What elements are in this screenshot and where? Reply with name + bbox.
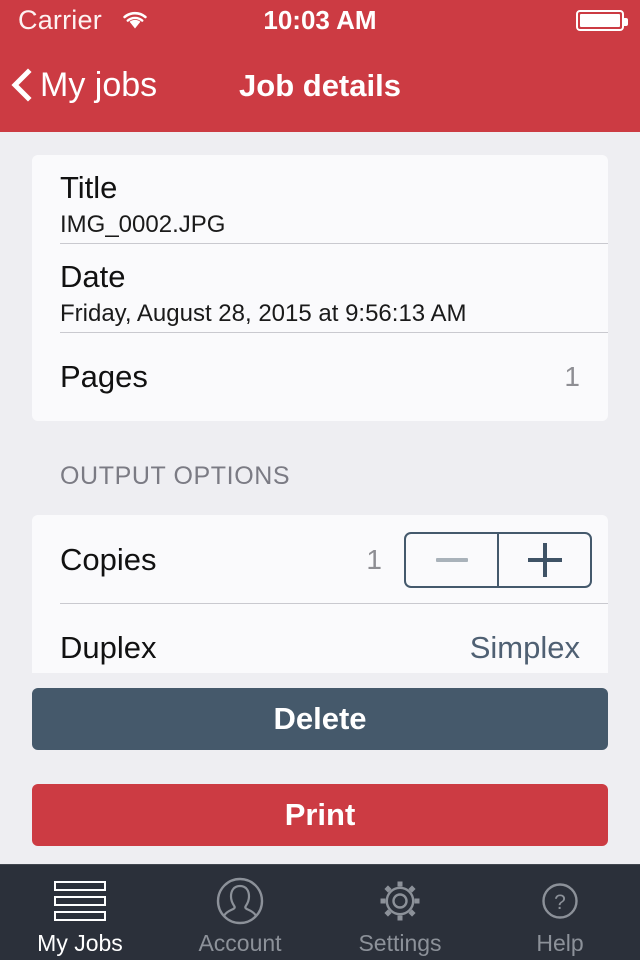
duplex-label: Duplex [60, 630, 157, 665]
delete-button[interactable]: Delete [32, 688, 608, 750]
date-label: Date [60, 259, 126, 294]
app-screen: Carrier 10:03 AM My jobs Job details Tit… [0, 0, 640, 960]
row-copies: Copies 1 [32, 515, 608, 604]
tab-settings[interactable]: Settings [320, 865, 480, 960]
question-circle-icon: ? [536, 877, 584, 925]
content-area: Title IMG_0002.JPG Date Friday, August 2… [0, 132, 640, 864]
tab-help[interactable]: ? Help [480, 865, 640, 960]
output-options-card: Copies 1 Duplex Simplex [32, 515, 608, 673]
minus-icon [435, 557, 468, 562]
row-title: Title IMG_0002.JPG [32, 155, 608, 244]
print-button[interactable]: Print [32, 784, 608, 846]
gear-icon [376, 877, 424, 925]
tab-account-label: Account [198, 930, 282, 956]
battery-icon [576, 10, 628, 31]
row-pages: Pages 1 [32, 333, 608, 421]
tab-my-jobs-label: My Jobs [37, 930, 123, 956]
tab-my-jobs[interactable]: My Jobs [0, 865, 160, 960]
list-bars-icon [54, 877, 106, 925]
duplex-value: Simplex [469, 630, 580, 665]
date-value: Friday, August 28, 2015 at 9:56:13 AM [60, 300, 467, 327]
svg-text:?: ? [554, 891, 566, 914]
copies-value: 1 [366, 543, 382, 575]
status-bar: Carrier 10:03 AM [0, 0, 640, 40]
copies-label: Copies [60, 541, 157, 577]
plus-icon [527, 542, 562, 577]
tab-bar: My Jobs Account Settings ? Help [0, 864, 640, 960]
tab-account[interactable]: Account [160, 865, 320, 960]
tab-settings-label: Settings [358, 930, 442, 956]
output-options-header: OUTPUT OPTIONS [60, 462, 291, 490]
copies-decrement-button[interactable] [406, 534, 497, 586]
title-label: Title [60, 170, 118, 205]
person-circle-icon [216, 877, 264, 925]
pages-value: 1 [564, 361, 580, 392]
navigation-bar: My jobs Job details [0, 40, 640, 132]
copies-increment-button[interactable] [497, 533, 590, 586]
page-title: Job details [239, 68, 401, 103]
tab-help-label: Help [536, 930, 584, 956]
job-info-card: Title IMG_0002.JPG Date Friday, August 2… [32, 155, 608, 421]
pages-label: Pages [60, 359, 148, 394]
title-value: IMG_0002.JPG [60, 211, 226, 238]
row-duplex[interactable]: Duplex Simplex [32, 604, 608, 673]
copies-stepper[interactable] [404, 531, 592, 588]
clock-label: 10:03 AM [263, 5, 377, 35]
row-date: Date Friday, August 28, 2015 at 9:56:13 … [32, 244, 608, 333]
